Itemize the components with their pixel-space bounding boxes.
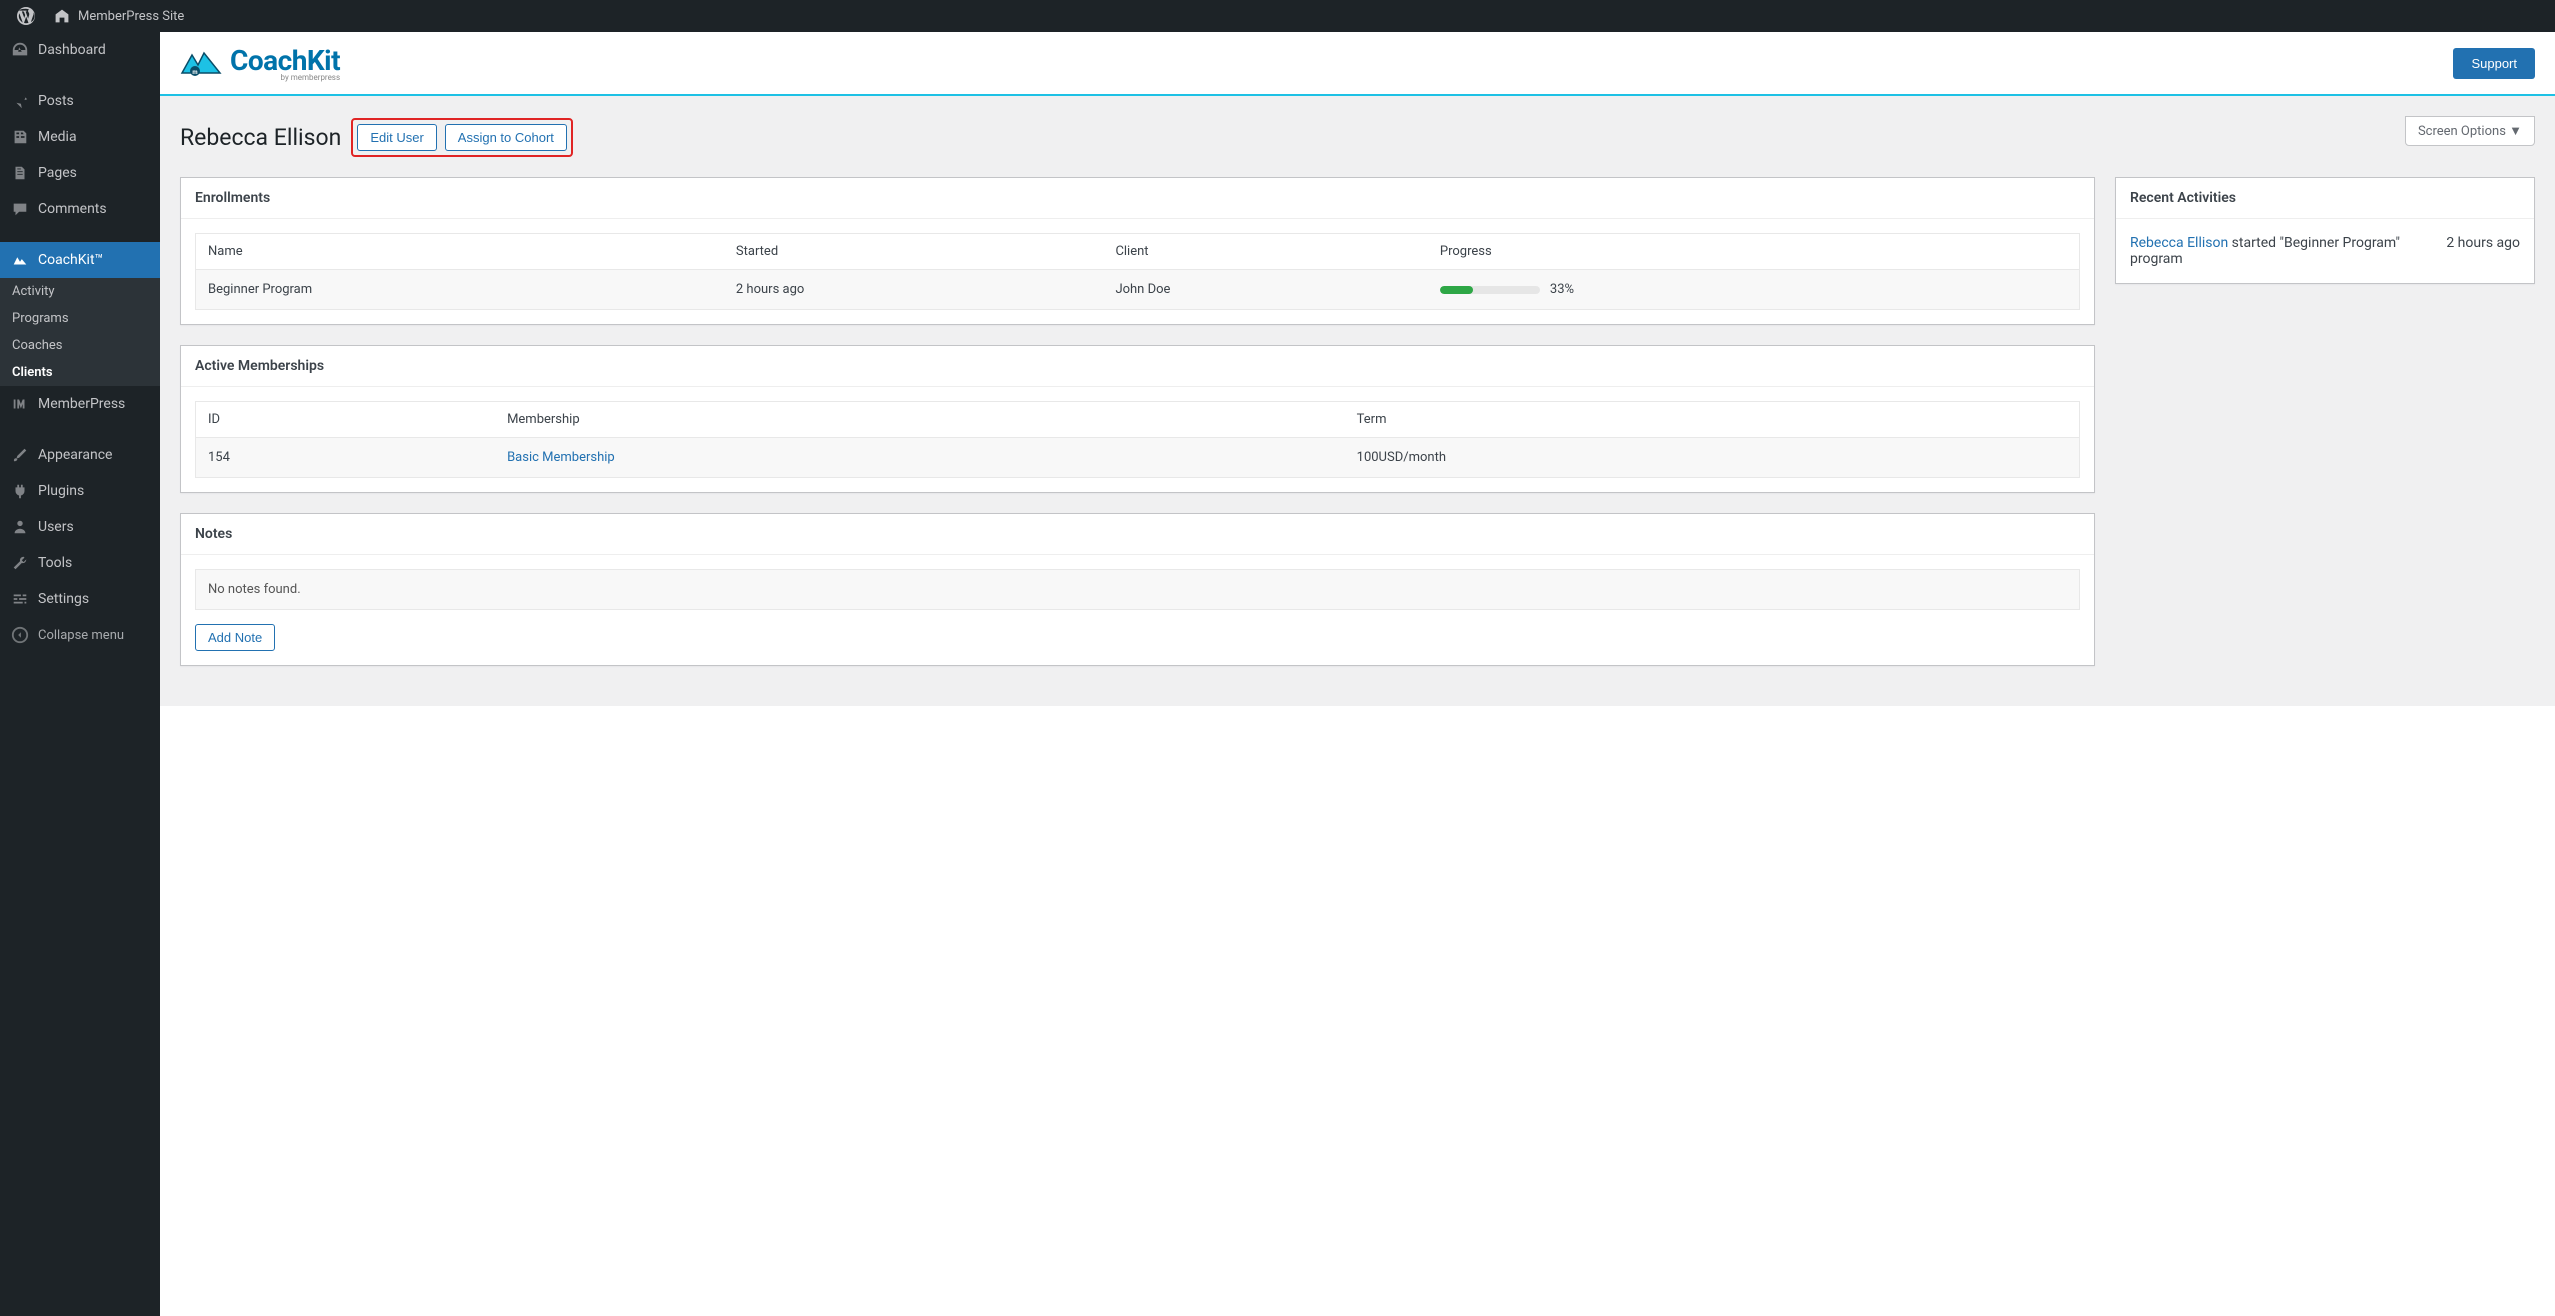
mountains-icon [10, 250, 30, 270]
activity-item: Rebecca Ellison started "Beginner Progra… [2130, 233, 2520, 269]
cell-membership: Basic Membership [495, 438, 1345, 478]
wordpress-icon [16, 6, 36, 26]
submenu-activity[interactable]: Activity [0, 278, 160, 305]
dashboard-icon [10, 40, 30, 60]
notes-card: Notes No notes found. Add Note [180, 513, 2095, 666]
page-header: Rebecca Ellison Edit User Assign to Coho… [180, 118, 2535, 157]
coachkit-submenu: Activity Programs Coaches Clients [0, 278, 160, 386]
submenu-clients[interactable]: Clients [0, 359, 160, 386]
col-membership: Membership [495, 402, 1345, 438]
side-column: Recent Activities Rebecca Ellison starte… [2115, 177, 2535, 304]
menu-settings[interactable]: Settings [0, 581, 160, 617]
pages-icon [10, 163, 30, 183]
progress-fill [1440, 286, 1473, 294]
memberships-table: ID Membership Term 154 Basic Mem [195, 401, 2080, 478]
cell-term: 100USD/month [1345, 438, 2080, 478]
comments-icon [10, 199, 30, 219]
submenu-coaches[interactable]: Coaches [0, 332, 160, 359]
menu-posts[interactable]: Posts [0, 83, 160, 119]
enrollments-table: Name Started Client Progress Beg [195, 233, 2080, 310]
sliders-icon [10, 589, 30, 609]
menu-plugins[interactable]: Plugins [0, 473, 160, 509]
edit-user-button[interactable]: Edit User [357, 124, 436, 151]
site-name-link[interactable]: MemberPress Site [44, 0, 192, 32]
enrollments-card: Enrollments Name Started Client Progress [180, 177, 2095, 325]
activity-time: 2 hours ago [2446, 235, 2520, 267]
col-progress: Progress [1428, 234, 2080, 270]
notes-title: Notes [181, 514, 2094, 555]
memberships-card: Active Memberships ID Membership Term [180, 345, 2095, 493]
menu-pages[interactable]: Pages [0, 155, 160, 191]
col-started: Started [724, 234, 1104, 270]
screen-options-toggle[interactable]: Screen Options ▼ [2405, 116, 2535, 146]
cell-client: John Doe [1103, 270, 1427, 310]
svg-text:m: m [192, 69, 197, 76]
home-icon [52, 6, 72, 26]
pin-icon [10, 91, 30, 111]
page-title: Rebecca Ellison [180, 124, 341, 151]
activities-card: Recent Activities Rebecca Ellison starte… [2115, 177, 2535, 284]
admin-sidebar: Dashboard Posts Media Pages Comments Coa… [0, 32, 160, 1316]
cell-progress: 33% [1428, 270, 2080, 310]
admin-bar: MemberPress Site [0, 0, 2555, 32]
logo: m CoachKit by memberpress [180, 44, 340, 82]
menu-appearance[interactable]: Appearance [0, 437, 160, 473]
cell-name: Beginner Program [196, 270, 724, 310]
memberships-title: Active Memberships [181, 346, 2094, 387]
add-note-button[interactable]: Add Note [195, 624, 275, 651]
col-name: Name [196, 234, 724, 270]
menu-users[interactable]: Users [0, 509, 160, 545]
table-row: 154 Basic Membership 100USD/month [196, 438, 2080, 478]
menu-coachkit[interactable]: CoachKit™ [0, 242, 160, 278]
memberpress-icon [10, 394, 30, 414]
main-column: Enrollments Name Started Client Progress [180, 177, 2095, 686]
submenu-programs[interactable]: Programs [0, 305, 160, 332]
cell-id: 154 [196, 438, 496, 478]
menu-memberpress[interactable]: MemberPress [0, 386, 160, 422]
logo-icon: m [180, 47, 222, 79]
support-button[interactable]: Support [2453, 48, 2535, 79]
activities-title: Recent Activities [2116, 178, 2534, 219]
table-row: Beginner Program 2 hours ago John Doe [196, 270, 2080, 310]
plug-icon [10, 481, 30, 501]
col-id: ID [196, 402, 496, 438]
col-term: Term [1345, 402, 2080, 438]
wp-logo[interactable] [8, 0, 44, 32]
media-icon [10, 127, 30, 147]
main-content: m CoachKit by memberpress Support Screen… [160, 32, 2555, 1316]
brush-icon [10, 445, 30, 465]
activity-user-link[interactable]: Rebecca Ellison [2130, 235, 2228, 251]
col-client: Client [1103, 234, 1427, 270]
menu-comments[interactable]: Comments [0, 191, 160, 227]
membership-link[interactable]: Basic Membership [507, 450, 615, 465]
site-name: MemberPress Site [78, 9, 184, 24]
progress-bar [1440, 286, 1540, 294]
header-bar: m CoachKit by memberpress Support [160, 32, 2555, 96]
action-buttons-highlight: Edit User Assign to Cohort [351, 118, 573, 157]
progress-label: 33% [1550, 282, 1574, 297]
assign-cohort-button[interactable]: Assign to Cohort [445, 124, 567, 151]
enrollments-title: Enrollments [181, 178, 2094, 219]
collapse-menu[interactable]: Collapse menu [0, 617, 160, 653]
wrench-icon [10, 553, 30, 573]
user-icon [10, 517, 30, 537]
menu-tools[interactable]: Tools [0, 545, 160, 581]
menu-media[interactable]: Media [0, 119, 160, 155]
collapse-icon [10, 625, 30, 645]
cell-started: 2 hours ago [724, 270, 1104, 310]
notes-empty: No notes found. [195, 569, 2080, 610]
menu-dashboard[interactable]: Dashboard [0, 32, 160, 68]
